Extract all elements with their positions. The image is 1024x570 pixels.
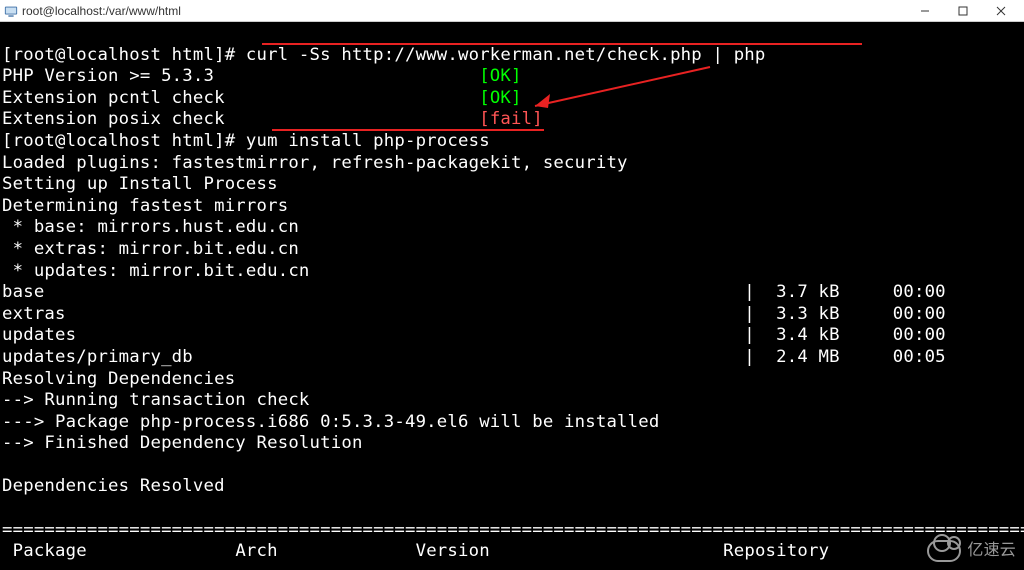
annotation-arrow (520, 62, 720, 117)
status-ok: [OK] (479, 66, 521, 86)
col-arch: Arch (235, 541, 277, 561)
window-titlebar: root@localhost:/var/www/html (0, 0, 1024, 22)
cloud-icon (927, 540, 961, 562)
output-line: --> Running transaction check (2, 390, 310, 410)
maximize-button[interactable] (944, 1, 982, 21)
status-ok: [OK] (479, 88, 521, 108)
watermark: 亿速云 (927, 540, 1016, 562)
output-line: * extras: mirror.bit.edu.cn (2, 239, 299, 259)
annotation-underline-curl (262, 43, 862, 45)
col-repo: Repository (723, 541, 829, 561)
col-package: Package (13, 541, 87, 561)
watermark-text: 亿速云 (967, 540, 1016, 562)
command-yum: yum install php-process (246, 131, 490, 151)
repo-list: base | 3.7 kB 00:00 extras | 3.3 kB 00:0… (2, 282, 946, 367)
check-php-version: PHP Version >= 5.3.3 (2, 66, 214, 86)
output-line: * base: mirrors.hust.edu.cn (2, 217, 299, 237)
output-line: Loaded plugins: fastestmirror, refresh-p… (2, 153, 628, 173)
col-version: Version (416, 541, 490, 561)
window-title: root@localhost:/var/www/html (22, 4, 906, 18)
output-line: * updates: mirror.bit.edu.cn (2, 261, 310, 281)
divider: ========================================… (2, 520, 1024, 540)
prompt: [root@localhost html]# (2, 45, 246, 65)
terminal[interactable]: [root@localhost html]# curl -Ss http://w… (0, 22, 1024, 570)
divider: ========================================… (2, 563, 1024, 570)
output-line: Determining fastest mirrors (2, 196, 288, 216)
output-line: Setting up Install Process (2, 174, 278, 194)
minimize-button[interactable] (906, 1, 944, 21)
output-line: ---> Package php-process.i686 0:5.3.3-49… (2, 412, 659, 432)
check-pcntl: Extension pcntl check (2, 88, 225, 108)
output-line: Dependencies Resolved (2, 476, 225, 496)
output-line: Resolving Dependencies (2, 369, 235, 389)
annotation-underline-yum (272, 129, 544, 131)
output-line: --> Finished Dependency Resolution (2, 433, 363, 453)
check-posix: Extension posix check (2, 109, 225, 129)
window-controls (906, 1, 1020, 21)
prompt: [root@localhost html]# (2, 131, 246, 151)
close-button[interactable] (982, 1, 1020, 21)
putty-icon (4, 4, 18, 18)
